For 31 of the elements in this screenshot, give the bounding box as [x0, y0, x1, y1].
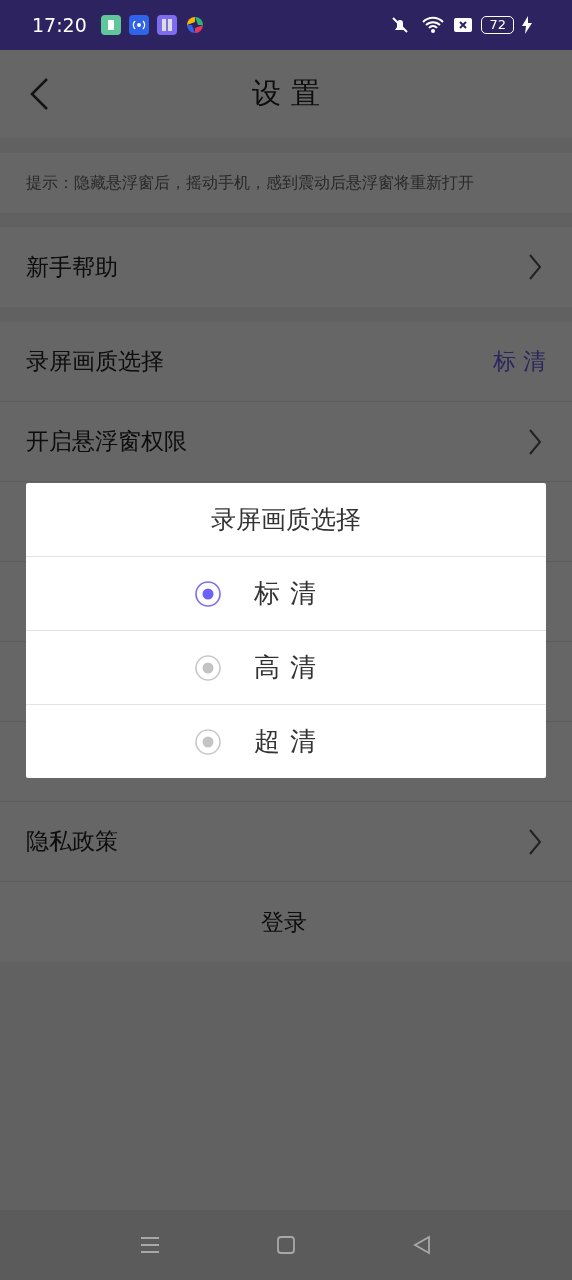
page-title: 设 置: [252, 75, 320, 112]
option-label: 标 清: [254, 577, 318, 610]
option-label: 高 清: [254, 651, 318, 684]
battery-level: 72: [481, 16, 514, 34]
hint-text: 提示：隐藏悬浮窗后，摇动手机，感到震动后悬浮窗将重新打开: [0, 153, 572, 213]
row-label: 开启悬浮窗权限: [26, 427, 187, 456]
no-sim-icon: [453, 16, 474, 34]
wifi-icon: [421, 15, 446, 35]
radio-button[interactable]: [194, 653, 222, 682]
quality-option[interactable]: 超 清: [26, 705, 546, 778]
back-triangle-icon[interactable]: [411, 1234, 433, 1256]
pinwheel-icon: [184, 15, 205, 35]
chevron-icon: [528, 253, 542, 281]
row-label: 录屏画质选择: [26, 347, 164, 376]
option-label: 超 清: [254, 725, 318, 758]
row-value: 标 清: [492, 347, 546, 376]
radio-button[interactable]: [194, 579, 222, 608]
charging-icon: [522, 16, 532, 34]
row-label: 新手帮助: [26, 252, 118, 282]
home-icon[interactable]: [275, 1234, 297, 1256]
chevron-icon: [528, 827, 542, 856]
row-label: 隐私政策: [26, 827, 118, 856]
chevron-icon: [528, 427, 542, 456]
menu-icon[interactable]: [139, 1234, 161, 1256]
broadcast-icon: [128, 15, 149, 35]
quality-option[interactable]: 高 清: [26, 631, 546, 705]
quality-option[interactable]: 标 清: [26, 557, 546, 631]
status-time: 17:20: [32, 14, 87, 36]
dialog-title: 录屏画质选择: [26, 483, 546, 557]
back-icon[interactable]: [28, 77, 50, 111]
radio-button[interactable]: [194, 727, 222, 756]
